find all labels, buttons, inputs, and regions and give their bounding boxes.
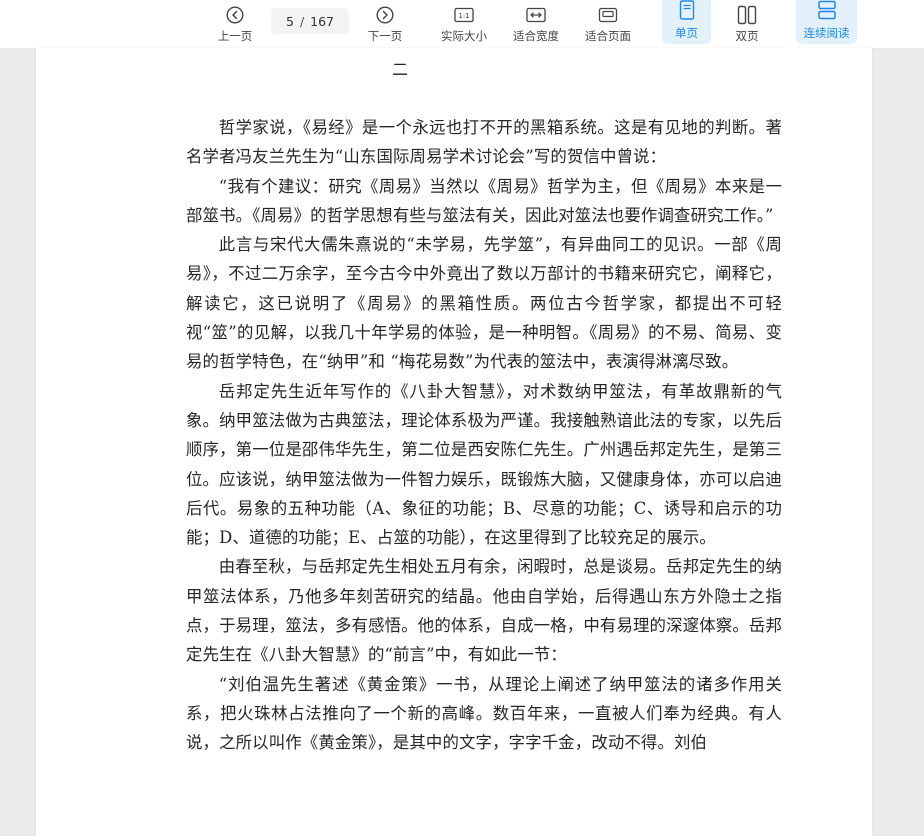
single-page-button[interactable]: 单页 [662, 0, 711, 44]
double-page-label: 双页 [735, 29, 759, 43]
prev-page-button[interactable]: 上一页 [212, 0, 258, 48]
paragraph: “刘伯温先生著述《黄金策》一书，从理论上阐述了纳甲筮法的诸多作用关系，把火珠林占… [186, 674, 782, 753]
double-page-button[interactable]: 双页 [726, 0, 768, 48]
current-page-input[interactable]: 5 [286, 14, 294, 29]
paragraph: 由春至秋，与岳邦定先生相处五月有余，闲暇时，总是谈易。岳邦定先生的纳甲筮法体系，… [186, 557, 782, 665]
continuous-reading-icon [817, 0, 837, 21]
single-page-label: 单页 [675, 26, 698, 40]
actual-size-icon: 1:1 [454, 4, 474, 26]
total-pages: 167 [310, 13, 335, 29]
paragraph: 哲学家说，《易经》是一个永远也打不开的黑箱系统。这是有见地的判断。著名学者冯友兰… [186, 118, 782, 167]
chevron-right-circle-icon [376, 4, 394, 26]
fit-width-button[interactable]: 适合宽度 [508, 0, 564, 48]
reader-toolbar: 上一页 5 / 167 下一页 1:1 实际大小 适合宽度 适合页面 单页 双页… [0, 0, 924, 49]
actual-size-button[interactable]: 1:1 实际大小 [436, 0, 492, 48]
fit-page-label: 适合页面 [585, 29, 631, 43]
double-page-icon [737, 4, 757, 26]
fit-width-icon [526, 4, 546, 26]
paragraph: 此言与宋代大儒朱熹说的“未学易，先学筮”，有异曲同工的见识。一部《周易》，不过二… [186, 235, 782, 372]
fit-width-label: 适合宽度 [513, 29, 559, 43]
paragraph: “我有个建议：研究《周易》当然以《周易》哲学为主，但《周易》本来是一部筮书。《周… [186, 176, 782, 225]
document-body: 哲学家说，《易经》是一个永远也打不开的黑箱系统。这是有见地的判断。著名学者冯友兰… [186, 113, 782, 758]
fit-page-icon [598, 4, 618, 26]
actual-size-icon-text: 1:1 [458, 12, 469, 20]
next-page-label: 下一页 [367, 29, 403, 43]
next-page-button[interactable]: 下一页 [362, 0, 408, 48]
single-page-icon [679, 0, 695, 21]
page-number-field[interactable]: 5 / 167 [271, 8, 349, 34]
chevron-left-circle-icon [226, 4, 244, 26]
prev-page-label: 上一页 [217, 29, 253, 43]
paragraph: 岳邦定先生近年写作的《八卦大智慧》，对术数纳甲筮法，有革故鼎新的气象。纳甲筮法做… [186, 381, 782, 548]
fit-page-button[interactable]: 适合页面 [580, 0, 636, 48]
continuous-reading-label: 连续阅读 [803, 26, 850, 40]
continuous-reading-button[interactable]: 连续阅读 [796, 0, 857, 44]
page-separator: / [299, 13, 305, 29]
section-heading: 二 [392, 60, 409, 79]
actual-size-label: 实际大小 [441, 29, 487, 43]
